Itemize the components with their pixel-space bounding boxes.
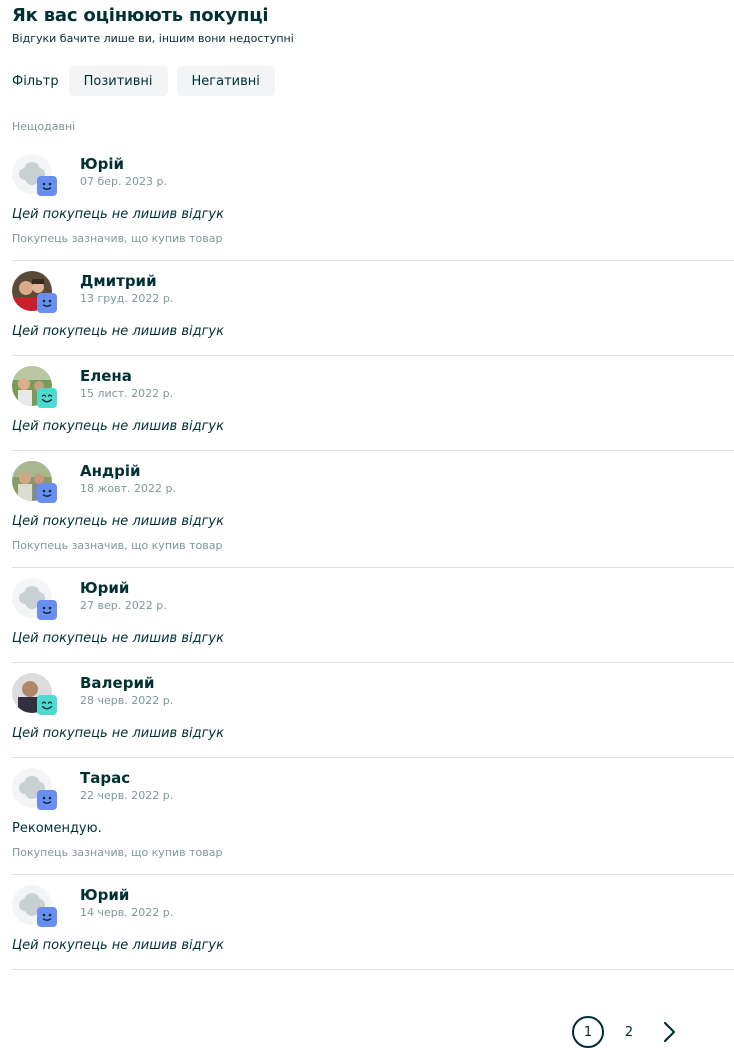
- review-item: Юрий 14 черв. 2022 р. Цей покупець не ли…: [12, 875, 734, 970]
- page-1-button[interactable]: 1: [572, 1016, 604, 1048]
- avatar[interactable]: [12, 885, 57, 927]
- filter-row: Фільтр Позитивні Негативні: [12, 66, 734, 96]
- review-item: Елена 15 лист. 2022 р. Цей покупець не л…: [12, 356, 734, 451]
- reviewer-name[interactable]: Юрій: [80, 154, 167, 174]
- review-text: Цей покупець не лишив відгук: [12, 324, 224, 339]
- avatar[interactable]: [12, 673, 57, 715]
- review-text: Цей покупець не лишив відгук: [12, 938, 224, 953]
- review-item: Валерий 28 черв. 2022 р. Цей покупець не…: [12, 663, 734, 758]
- review-item: Тарас 22 черв. 2022 р. Рекомендую. Покуп…: [12, 758, 734, 875]
- page-2-button[interactable]: 2: [614, 1017, 644, 1047]
- page-title: Як вас оцінюють покупці: [12, 5, 269, 26]
- avatar[interactable]: [12, 366, 57, 408]
- review-date: 27 вер. 2022 р.: [80, 599, 167, 612]
- reviewer-name[interactable]: Тарас: [80, 768, 173, 788]
- review-date: 07 бер. 2023 р.: [80, 175, 167, 188]
- review-item: Юрій 07 бер. 2023 р. Цей покупець не лиш…: [12, 144, 734, 261]
- review-item: Дмитрий 13 груд. 2022 р. Цей покупець не…: [12, 261, 734, 356]
- page-subtitle: Відгуки бачите лише ви, іншим вони недос…: [12, 32, 294, 45]
- review-date: 15 лист. 2022 р.: [80, 387, 174, 400]
- avatar[interactable]: [12, 768, 57, 810]
- review-list: Юрій 07 бер. 2023 р. Цей покупець не лиш…: [12, 144, 734, 970]
- purchase-note: Покупець зазначив, що купив товар: [12, 539, 223, 552]
- neutral-face-icon: [37, 176, 57, 196]
- neutral-face-icon: [37, 483, 57, 503]
- purchase-note: Покупець зазначив, що купив товар: [12, 846, 223, 859]
- review-text: Рекомендую.: [12, 821, 102, 836]
- neutral-face-icon: [37, 293, 57, 313]
- review-text: Цей покупець не лишив відгук: [12, 207, 224, 222]
- avatar[interactable]: [12, 271, 57, 313]
- filter-label: Фільтр: [12, 73, 59, 89]
- reviewer-name[interactable]: Дмитрий: [80, 271, 173, 291]
- avatar[interactable]: [12, 154, 57, 196]
- neutral-face-icon: [37, 790, 57, 810]
- review-text: Цей покупець не лишив відгук: [12, 419, 224, 434]
- purchase-note: Покупець зазначив, що купив товар: [12, 232, 223, 245]
- section-label-recent: Нещодавні: [12, 120, 76, 133]
- neutral-face-icon: [37, 907, 57, 927]
- reviewer-name[interactable]: Елена: [80, 366, 173, 386]
- review-date: 22 черв. 2022 р.: [80, 789, 174, 802]
- ratings-page: Як вас оцінюють покупці Відгуки бачите л…: [0, 0, 734, 970]
- review-text: Цей покупець не лишив відгук: [12, 726, 224, 741]
- review-date: 14 черв. 2022 р.: [80, 906, 174, 919]
- reviewer-name[interactable]: Андрій: [80, 461, 176, 481]
- review-date: 13 груд. 2022 р.: [80, 292, 174, 305]
- chevron-right-icon[interactable]: [654, 1017, 684, 1047]
- avatar[interactable]: [12, 461, 57, 503]
- reviewer-name[interactable]: Юрий: [80, 578, 167, 598]
- pagination: 1 2: [572, 1016, 684, 1048]
- reviewer-name[interactable]: Юрий: [80, 885, 173, 905]
- review-date: 28 черв. 2022 р.: [80, 694, 174, 707]
- review-item: Андрій 18 жовт. 2022 р. Цей покупець не …: [12, 451, 734, 568]
- filter-negative-button[interactable]: Негативні: [176, 66, 275, 96]
- happy-face-icon: [37, 388, 57, 408]
- happy-face-icon: [37, 695, 57, 715]
- review-text: Цей покупець не лишив відгук: [12, 631, 224, 646]
- filter-positive-button[interactable]: Позитивні: [68, 66, 168, 96]
- review-item: Юрий 27 вер. 2022 р. Цей покупець не лиш…: [12, 568, 734, 663]
- reviewer-name[interactable]: Валерий: [80, 673, 173, 693]
- avatar[interactable]: [12, 578, 57, 620]
- neutral-face-icon: [37, 600, 57, 620]
- review-date: 18 жовт. 2022 р.: [80, 482, 176, 495]
- review-text: Цей покупець не лишив відгук: [12, 514, 224, 529]
